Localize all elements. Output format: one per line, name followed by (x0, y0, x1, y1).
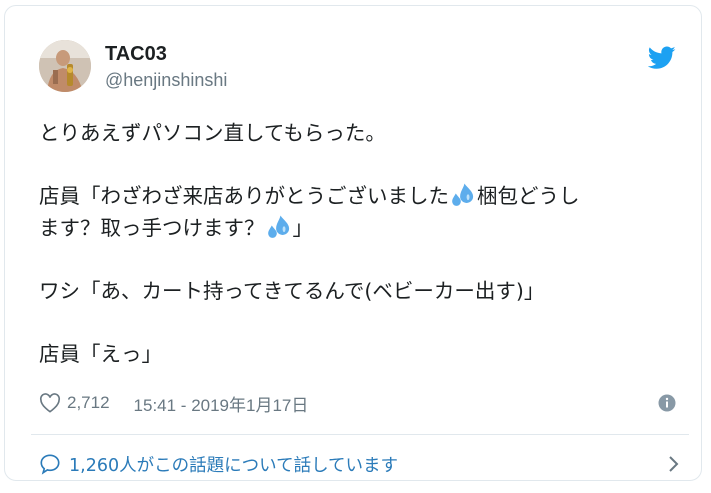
heart-icon[interactable] (39, 393, 61, 413)
sweat-droplets-emoji (452, 183, 474, 206)
chat-bubble-icon (40, 454, 60, 475)
avatar[interactable] (39, 40, 91, 92)
avatar-image (39, 40, 91, 92)
twitter-bird-icon[interactable] (648, 46, 676, 70)
tweet-line: 店員「わざわざ来店ありがとうございました 梱包どうします？取っ手つけます？ 」 (39, 181, 679, 244)
timestamp[interactable]: 15:41 - 2019年1月17日 (134, 391, 309, 416)
tweet-meta: 2,712 15:41 - 2019年1月17日 (39, 390, 308, 416)
like-count[interactable]: 2,712 (67, 393, 110, 413)
tweet-card: TAC03 @henjinshinshi とりあえずパソコン直してもらった。 店… (4, 5, 702, 481)
sweat-droplets-emoji (267, 214, 289, 238)
tweet-text-segment: 梱包どうし (477, 184, 580, 208)
screen-name[interactable]: @henjinshinshi (105, 70, 227, 91)
tweet-text-segment: ます？取っ手つけます？ (39, 215, 265, 240)
tweet-line: 店員「えっ」 (39, 341, 162, 366)
divider (31, 434, 689, 435)
conversation-link[interactable]: 1,260人がこの話題について話しています (39, 450, 679, 478)
conversation-text[interactable]: 1,260人がこの話題について話しています (69, 452, 398, 477)
tweet-line: ワシ「あ、カート持ってきてるんで(ベビーカー出す)」 (39, 278, 545, 303)
tweet-text-segment: 店員「わざわざ来店ありがとうございました (39, 184, 449, 208)
tweet-line: とりあえずパソコン直してもらった。 (39, 121, 386, 145)
tweet-text-segment: 」 (292, 215, 314, 240)
display-name[interactable]: TAC03 (105, 43, 167, 66)
tweet-text: とりあえずパソコン直してもらった。 店員「わざわざ来店ありがとうございました 梱包… (39, 118, 679, 370)
chevron-right-icon[interactable] (667, 455, 679, 473)
info-icon[interactable] (658, 394, 676, 412)
